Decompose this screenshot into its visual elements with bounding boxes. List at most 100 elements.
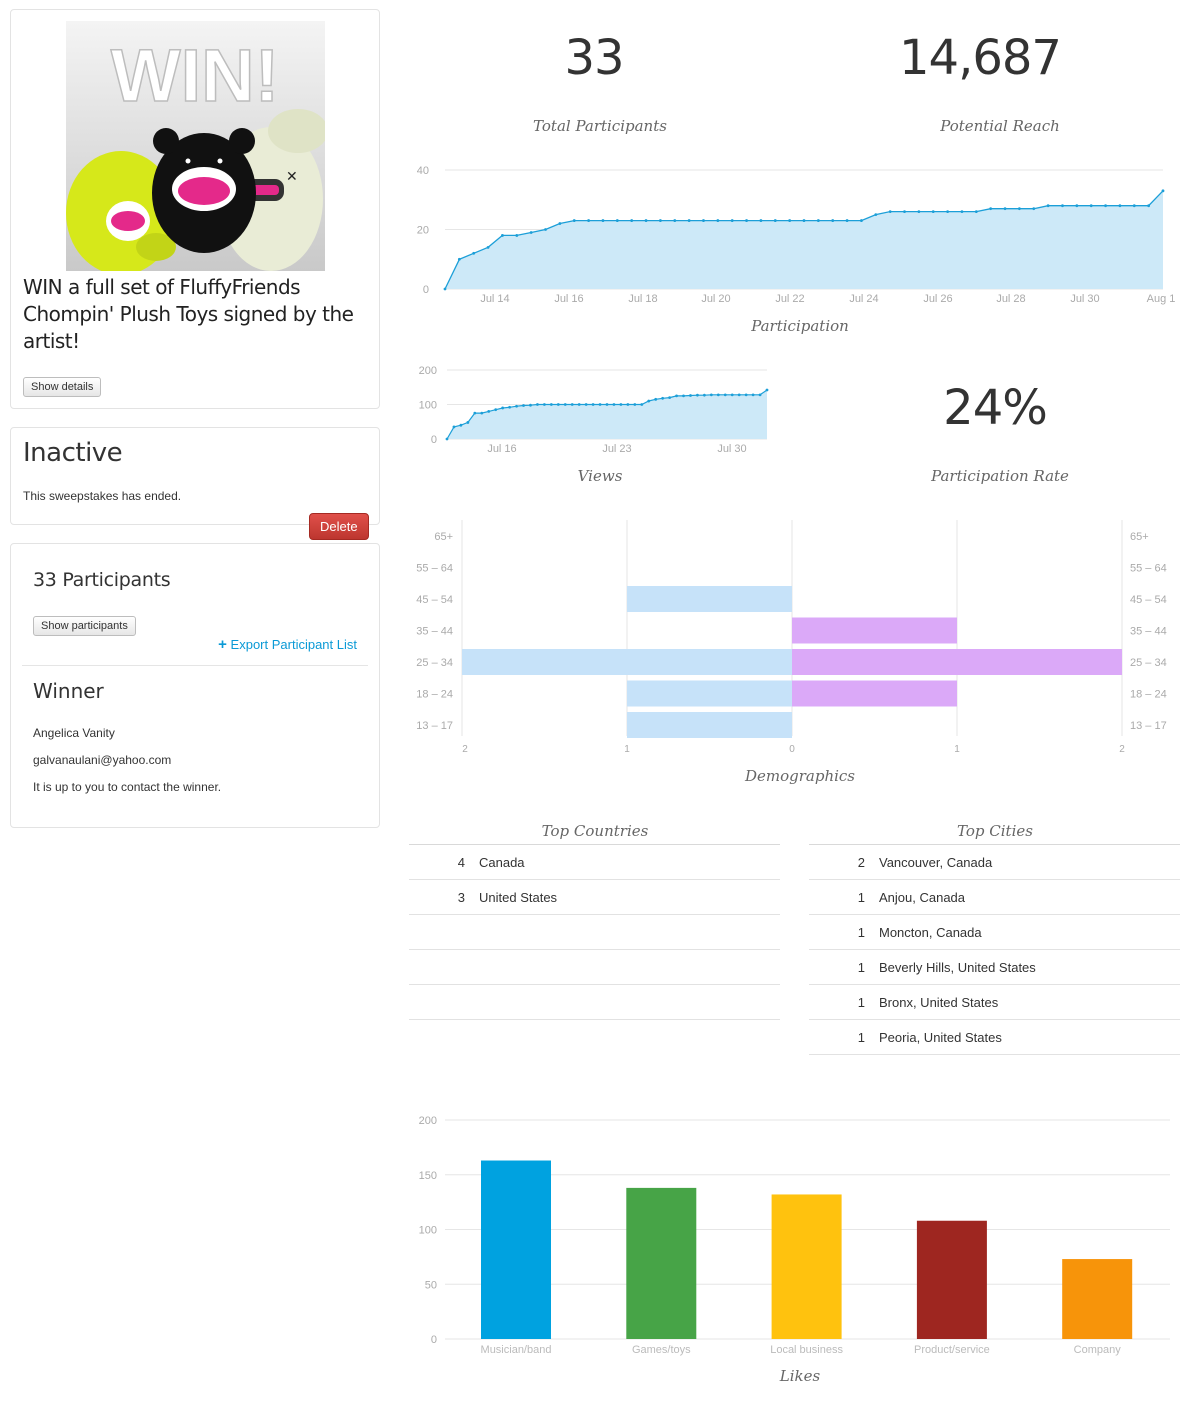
data-point bbox=[591, 403, 595, 406]
x-tick-label: Aug 1 bbox=[1147, 293, 1175, 305]
male-bar bbox=[627, 586, 792, 612]
data-point bbox=[615, 219, 619, 222]
data-point bbox=[788, 219, 792, 222]
data-point bbox=[661, 396, 665, 400]
winner-heading: Winner bbox=[33, 679, 104, 703]
x-tick-label: 1 bbox=[954, 744, 960, 755]
show-details-button[interactable]: Show details bbox=[23, 377, 102, 397]
data-point bbox=[668, 396, 672, 399]
data-point bbox=[689, 394, 692, 397]
data-point bbox=[633, 403, 637, 406]
female-bar bbox=[792, 617, 957, 644]
data-point bbox=[544, 228, 547, 231]
age-label-left: 18 – 24 bbox=[416, 689, 453, 701]
data-point bbox=[644, 219, 648, 222]
top-countries-table: 4 Canada 3 United States bbox=[409, 844, 780, 1020]
data-point bbox=[601, 219, 605, 222]
female-bar bbox=[792, 680, 957, 707]
x-tick-label: Jul 20 bbox=[701, 293, 730, 305]
x-tick-label: Jul 16 bbox=[487, 443, 516, 455]
table-row: 4 Canada bbox=[409, 845, 780, 880]
data-point bbox=[1104, 204, 1107, 208]
x-tick-label: Jul 30 bbox=[717, 443, 746, 455]
data-point bbox=[640, 403, 644, 406]
x-tick-label: Jul 30 bbox=[1070, 293, 1099, 305]
data-point bbox=[931, 210, 935, 214]
data-point bbox=[626, 403, 630, 406]
data-point bbox=[723, 393, 727, 397]
data-point bbox=[737, 393, 741, 397]
data-point bbox=[730, 219, 734, 222]
data-point bbox=[903, 210, 906, 214]
data-point bbox=[587, 219, 590, 222]
y-tick-label: 0 bbox=[431, 1334, 437, 1346]
data-point bbox=[659, 219, 662, 222]
data-point bbox=[860, 219, 863, 222]
data-point bbox=[515, 234, 519, 237]
data-point bbox=[765, 388, 769, 392]
data-point bbox=[758, 393, 762, 397]
male-bar bbox=[627, 712, 792, 738]
data-point bbox=[744, 393, 748, 397]
data-point bbox=[816, 219, 820, 222]
data-point bbox=[702, 393, 706, 397]
prize-card: WIN! ✕ WIN a full set of FluffyFriends C… bbox=[10, 9, 380, 409]
y-tick-label: 100 bbox=[419, 400, 437, 412]
x-tick-label: Jul 14 bbox=[480, 293, 509, 305]
data-point bbox=[612, 403, 616, 406]
likes-chart: 0 50 100 150 200 Musician/band Games/toys Local… bbox=[419, 1115, 1170, 1356]
x-tick-label: Jul 26 bbox=[923, 293, 952, 305]
winner-note: It is up to you to contact the winner. bbox=[33, 780, 222, 794]
data-point bbox=[1046, 204, 1050, 208]
data-point bbox=[466, 421, 470, 424]
likes-bar bbox=[626, 1187, 697, 1339]
data-point bbox=[522, 404, 525, 407]
data-point bbox=[1003, 207, 1007, 211]
y-tick-label: 50 bbox=[425, 1279, 437, 1291]
data-point bbox=[619, 403, 623, 406]
views-title: Views bbox=[577, 467, 623, 485]
data-point bbox=[443, 287, 447, 291]
show-participants-button[interactable]: Show participants bbox=[33, 616, 136, 636]
table-row: 3 United States bbox=[409, 880, 780, 915]
row-count: 1 bbox=[857, 994, 865, 1010]
data-point bbox=[745, 219, 748, 222]
data-point bbox=[1132, 204, 1136, 208]
male-bar bbox=[627, 680, 792, 707]
data-point bbox=[702, 219, 705, 222]
row-name: Moncton, Canada bbox=[879, 924, 982, 940]
female-bar bbox=[792, 649, 1122, 675]
data-point bbox=[647, 399, 651, 403]
plus-icon: + bbox=[218, 636, 227, 653]
data-point bbox=[831, 219, 835, 222]
export-participant-list-link[interactable]: + Export Participant List bbox=[218, 636, 357, 653]
prize-image: WIN! ✕ bbox=[66, 21, 325, 271]
age-label-right: 18 – 24 bbox=[1130, 689, 1167, 701]
table-row bbox=[409, 950, 780, 985]
data-point bbox=[1147, 204, 1151, 208]
data-point bbox=[974, 210, 978, 214]
x-tick-label: 1 bbox=[624, 744, 630, 755]
data-point bbox=[501, 406, 505, 410]
data-point bbox=[751, 393, 755, 397]
likes-bar bbox=[1062, 1259, 1133, 1339]
x-tick-label: Jul 23 bbox=[602, 443, 631, 455]
y-tick-label: 40 bbox=[417, 165, 429, 177]
row-name: Canada bbox=[479, 854, 525, 870]
data-point bbox=[501, 234, 504, 237]
row-name: Beverly Hills, United States bbox=[879, 959, 1036, 975]
row-count: 4 bbox=[457, 854, 465, 870]
data-point bbox=[888, 210, 892, 214]
x-tick-label: 0 bbox=[789, 744, 795, 755]
data-point bbox=[759, 219, 763, 222]
data-point bbox=[570, 403, 574, 406]
data-point bbox=[549, 403, 553, 406]
y-tick-label: 20 bbox=[417, 225, 429, 237]
x-tick-label: Jul 16 bbox=[554, 293, 583, 305]
data-point bbox=[1018, 207, 1021, 211]
data-point bbox=[802, 219, 806, 222]
data-point bbox=[1061, 204, 1064, 208]
delete-button[interactable]: Delete bbox=[309, 513, 369, 540]
table-row: 1 Peoria, United States bbox=[809, 1020, 1180, 1055]
data-point bbox=[630, 219, 634, 222]
